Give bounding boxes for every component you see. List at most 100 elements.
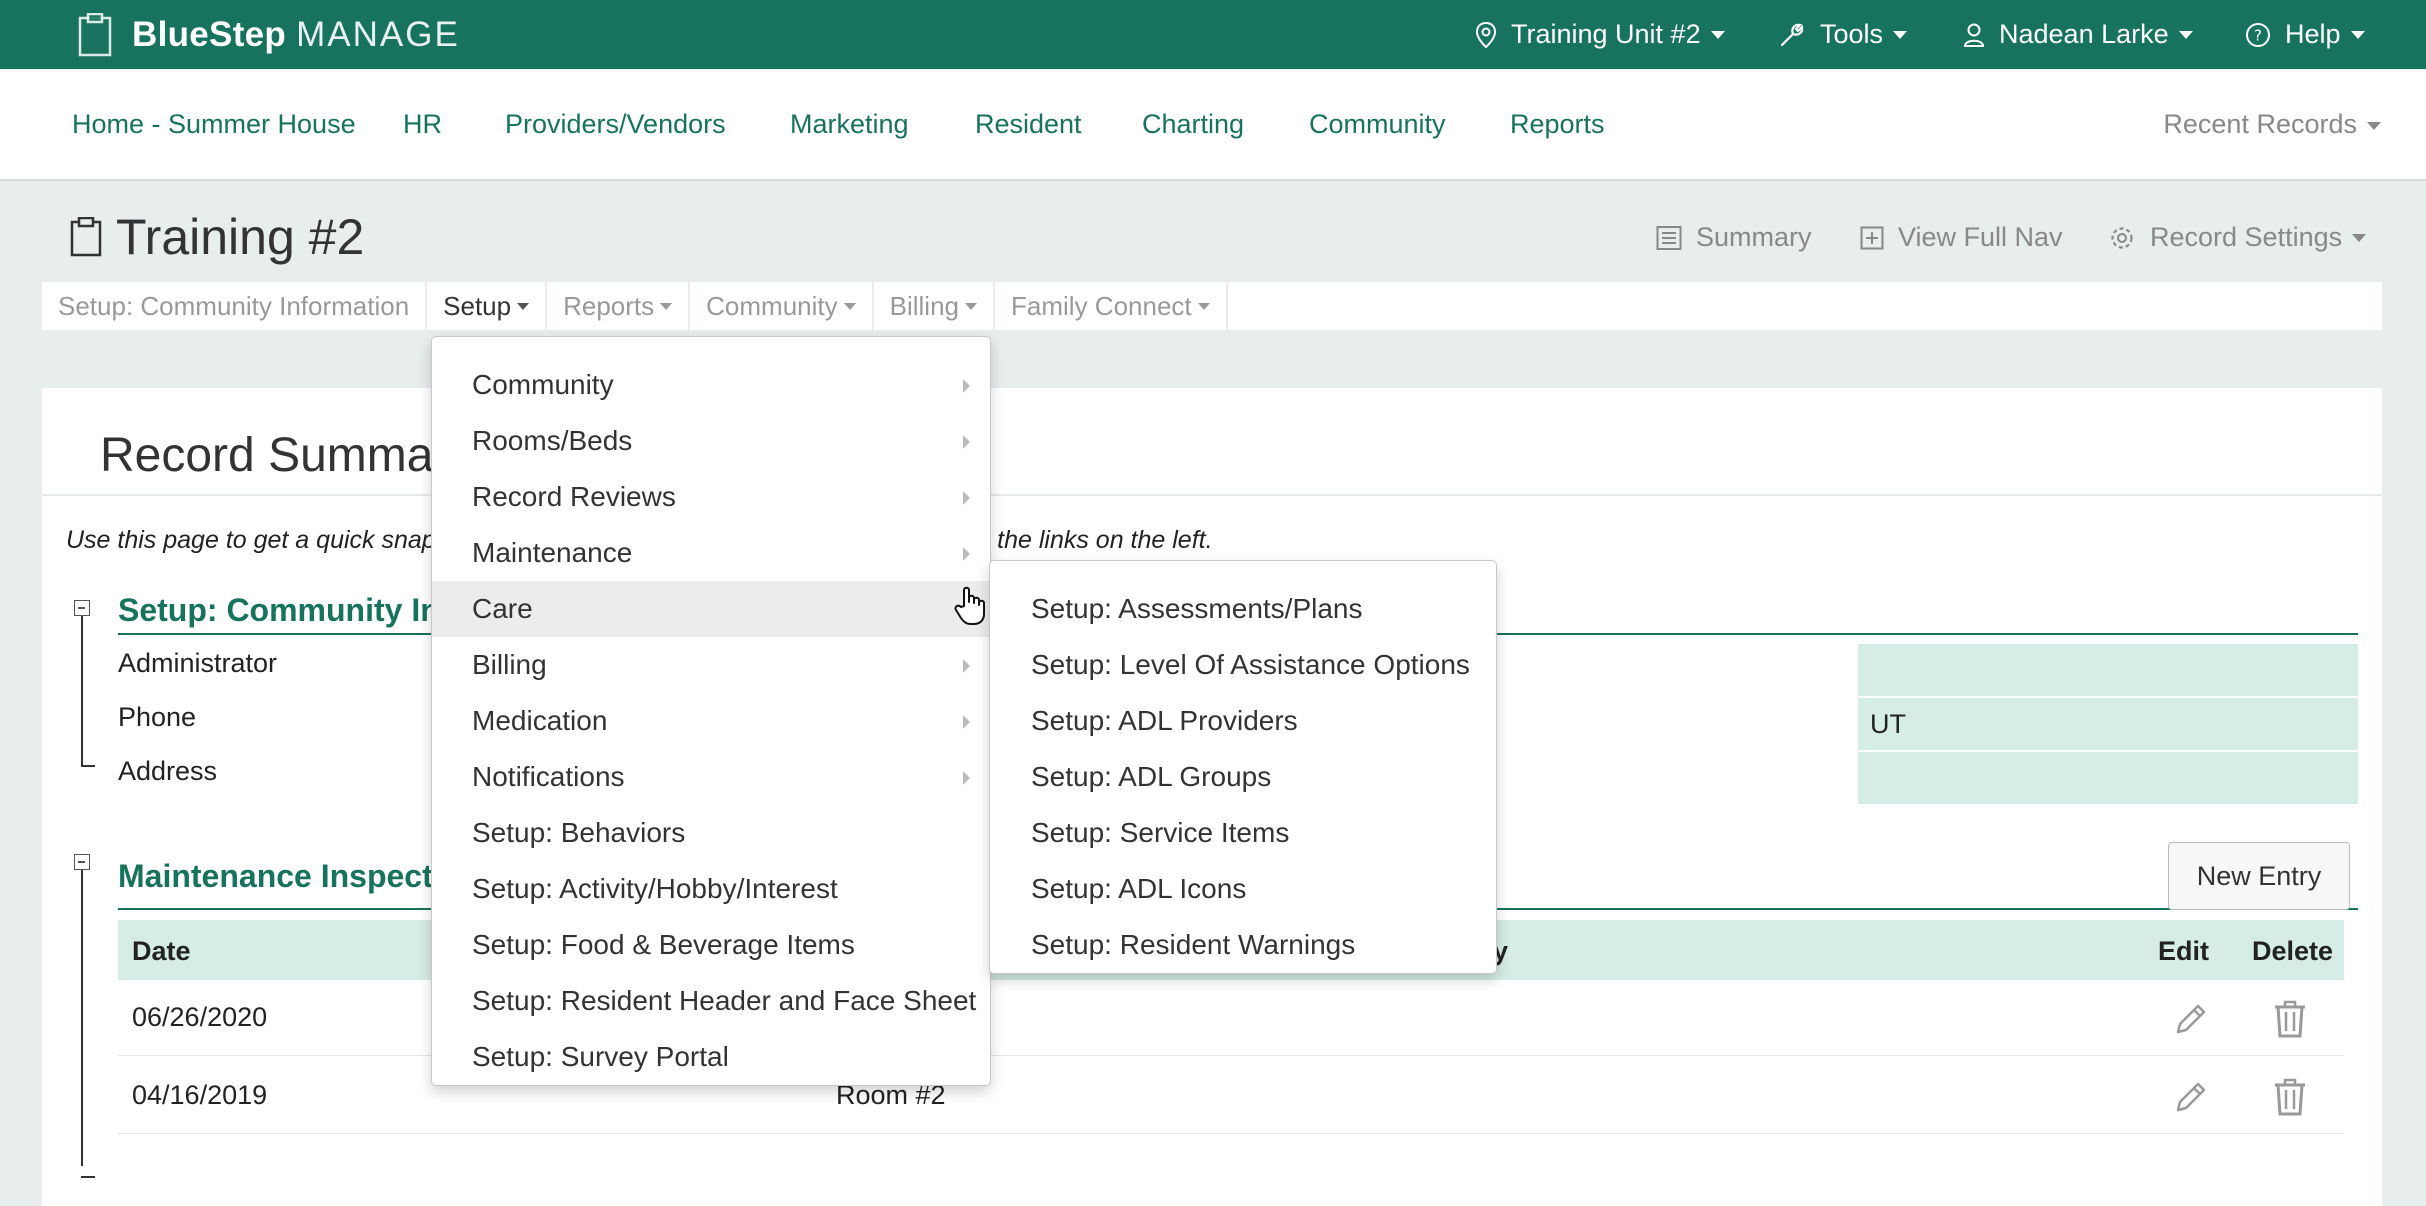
subnav-label: Family Connect — [1011, 290, 1192, 321]
menu-item-label: Rooms/Beds — [472, 425, 633, 456]
view-full-nav-link[interactable]: View Full Nav — [1860, 222, 2063, 253]
column-header-edit: Edit — [2158, 936, 2209, 966]
field-label-phone: Phone — [118, 702, 197, 732]
subnav-label: Reports — [563, 290, 655, 321]
help-icon: ? — [2246, 22, 2270, 47]
chevron-down-icon — [2178, 30, 2193, 39]
record-title: Training #2 — [116, 209, 365, 265]
section-title-maintenance-inspections[interactable]: Maintenance Inspectio — [118, 858, 461, 895]
chevron-right-icon — [963, 547, 970, 561]
divider — [42, 494, 2382, 496]
submenu-item-resident-warnings[interactable]: Setup: Resident Warnings — [990, 917, 1496, 973]
nav-resident[interactable]: Resident — [975, 109, 1082, 140]
chevron-down-icon — [965, 302, 978, 310]
menu-item-rooms-beds[interactable]: Rooms/Beds — [432, 413, 990, 469]
row-date: 06/26/2020 — [132, 1002, 268, 1032]
chevron-down-icon — [2352, 233, 2367, 242]
view-full-nav-label: View Full Nav — [1898, 222, 2063, 252]
user-name: Nadean Larke — [1999, 19, 2169, 49]
submenu-item-adl-providers[interactable]: Setup: ADL Providers — [990, 693, 1496, 749]
nav-charting[interactable]: Charting — [1142, 109, 1244, 140]
menu-item-label: Maintenance — [472, 537, 633, 568]
chevron-down-icon — [1197, 302, 1210, 310]
subnav-family-connect[interactable]: Family Connect — [995, 282, 1228, 330]
menu-item-setup-food-beverage-items[interactable]: Setup: Food & Beverage Items — [432, 917, 990, 973]
tree-line — [81, 1176, 95, 1178]
collapse-toggle[interactable] — [74, 854, 90, 870]
nav-marketing[interactable]: Marketing — [790, 109, 909, 140]
menu-item-billing[interactable]: Billing — [432, 637, 990, 693]
setup-dropdown-menu: Community Rooms/Beds Record Reviews Main… — [431, 336, 991, 1086]
map-pin-icon — [1475, 21, 1497, 48]
menu-item-setup-activity-hobby-interest[interactable]: Setup: Activity/Hobby/Interest — [432, 861, 990, 917]
submenu-item-level-of-assistance-options[interactable]: Setup: Level Of Assistance Options — [990, 637, 1496, 693]
field-value — [1858, 752, 2358, 804]
recent-records-menu[interactable]: Recent Records — [2163, 109, 2381, 140]
nav-reports[interactable]: Reports — [1510, 109, 1605, 140]
menu-item-notifications[interactable]: Notifications — [432, 749, 990, 805]
menu-item-setup-survey-portal[interactable]: Setup: Survey Portal — [432, 1029, 990, 1085]
clipboard-icon — [70, 217, 102, 257]
new-entry-button[interactable]: New Entry — [2168, 842, 2350, 910]
chevron-right-icon — [963, 715, 970, 729]
subnav-reports[interactable]: Reports — [547, 282, 691, 330]
chevron-down-icon — [660, 302, 673, 310]
trash-icon[interactable] — [2273, 1000, 2307, 1038]
panel-title: Record Summary — [100, 429, 474, 482]
plus-square-icon — [1860, 226, 1884, 249]
summary-link[interactable]: Summary — [1656, 222, 1812, 253]
chevron-right-icon — [963, 491, 970, 505]
record-settings-menu[interactable]: Record Settings — [2108, 222, 2367, 253]
subnav-label: Setup — [443, 290, 512, 321]
menu-item-care[interactable]: Care — [432, 581, 990, 637]
user-menu[interactable]: Nadean Larke — [1963, 0, 2193, 69]
section-title-community-info[interactable]: Setup: Community Info — [118, 592, 470, 629]
menu-item-label: Setup: Activity/Hobby/Interest — [472, 873, 838, 904]
nav-hr[interactable]: HR — [403, 109, 442, 140]
subnav-community[interactable]: Community — [690, 282, 874, 330]
menu-item-record-reviews[interactable]: Record Reviews — [432, 469, 990, 525]
trash-icon[interactable] — [2273, 1078, 2307, 1116]
menu-item-label: Setup: Behaviors — [472, 817, 686, 848]
care-submenu: Setup: Assessments/Plans Setup: Level Of… — [989, 560, 1497, 974]
help-menu[interactable]: ? Help — [2245, 0, 2365, 69]
menu-item-label: Setup: Resident Header and Face Sheet — [472, 985, 977, 1016]
pencil-icon[interactable] — [2172, 1078, 2210, 1116]
submenu-item-adl-groups[interactable]: Setup: ADL Groups — [990, 749, 1496, 805]
submenu-item-assessments-plans[interactable]: Setup: Assessments/Plans — [990, 581, 1496, 637]
nav-community[interactable]: Community — [1309, 109, 1446, 140]
location-label: Training Unit #2 — [1511, 19, 1701, 49]
pencil-icon[interactable] — [2172, 1000, 2210, 1038]
recent-records-label: Recent Records — [2163, 109, 2357, 139]
subnav-setup[interactable]: Setup — [427, 282, 548, 330]
menu-item-medication[interactable]: Medication — [432, 693, 990, 749]
submenu-item-service-items[interactable]: Setup: Service Items — [990, 805, 1496, 861]
nav-home[interactable]: Home - Summer House — [72, 109, 356, 140]
subnav-community-information[interactable]: Setup: Community Information — [42, 282, 428, 330]
chevron-down-icon — [1893, 30, 1908, 39]
submenu-item-label: Setup: Level Of Assistance Options — [1031, 649, 1470, 680]
menu-item-community[interactable]: Community — [432, 357, 990, 413]
tools-menu[interactable]: Tools — [1778, 0, 1908, 69]
subnav-billing[interactable]: Billing — [874, 282, 996, 330]
submenu-item-label: Setup: ADL Groups — [1031, 761, 1272, 792]
collapse-toggle[interactable] — [74, 600, 90, 616]
brand-logo[interactable]: BlueStep MANAGE — [78, 0, 460, 69]
menu-item-maintenance[interactable]: Maintenance — [432, 525, 990, 581]
nav-providers-vendors[interactable]: Providers/Vendors — [505, 109, 726, 140]
subnav-label: Community — [706, 290, 838, 321]
submenu-item-label: Setup: ADL Providers — [1031, 705, 1298, 736]
chevron-down-icon — [517, 302, 530, 310]
submenu-item-label: Setup: Resident Warnings — [1031, 929, 1356, 960]
submenu-item-adl-icons[interactable]: Setup: ADL Icons — [990, 861, 1496, 917]
chevron-right-icon — [963, 659, 970, 673]
menu-item-setup-behaviors[interactable]: Setup: Behaviors — [432, 805, 990, 861]
record-subnav: Setup: Community Information Setup Repor… — [42, 282, 2382, 330]
menu-item-setup-resident-header-face-sheet[interactable]: Setup: Resident Header and Face Sheet — [432, 973, 990, 1029]
menu-item-label: Setup: Food & Beverage Items — [472, 929, 855, 960]
column-header-date[interactable]: Date — [132, 936, 191, 967]
chevron-right-icon — [963, 771, 970, 785]
location-menu[interactable]: Training Unit #2 — [1475, 0, 1725, 69]
chevron-right-icon — [963, 379, 970, 393]
summary-label: Summary — [1696, 222, 1812, 252]
